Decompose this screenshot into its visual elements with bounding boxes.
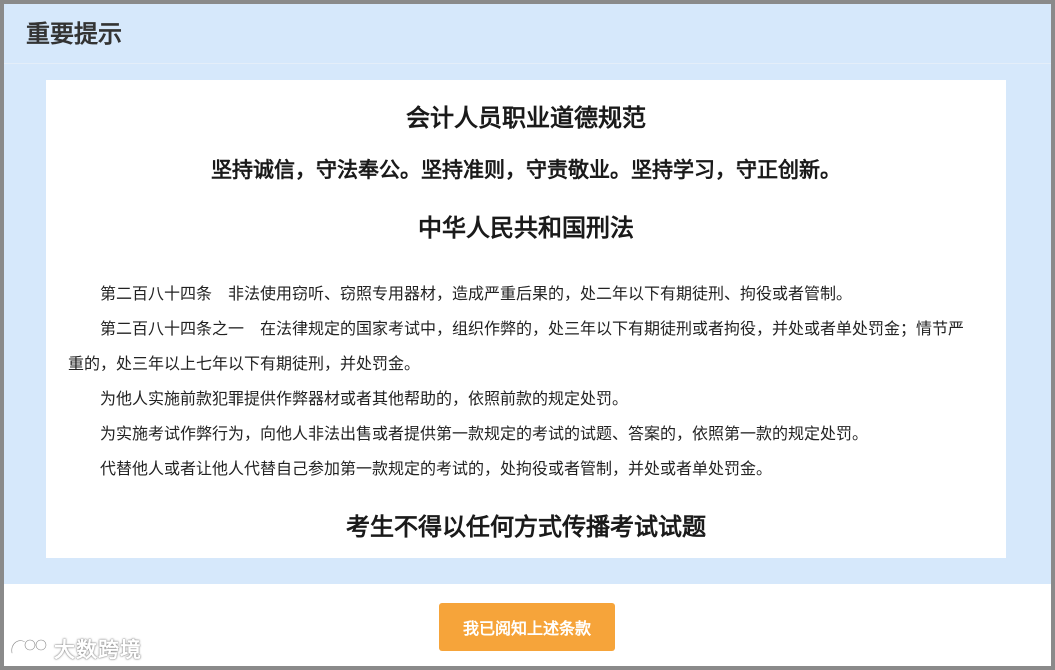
exam-warning: 考生不得以任何方式传播考试试题 (346, 513, 706, 541)
notice-dialog: 重要提示 会计人员职业道德规范 坚持诚信，守法奉公。坚持准则，守责敬业。坚持学习… (4, 4, 1051, 666)
watermark-text: 大数跨境 (54, 638, 142, 662)
content-panel: 会计人员职业道德规范 坚持诚信，守法奉公。坚持准则，守责敬业。坚持学习，守正创新… (46, 80, 1006, 558)
law-paragraph: 为他人实施前款犯罪提供作弊器材或者其他帮助的，依照前款的规定处罚。 (100, 389, 629, 408)
law-articles: 第二百八十四条 非法使用窃听、窃照专用器材，造成严重后果的，处二年以下有期徒刑、… (68, 276, 978, 486)
brand-logo-icon (8, 633, 48, 665)
law-paragraph: 代替他人或者让他人代替自己参加第一款规定的考试的，处拘役或者管制，并处或者单处罚… (100, 459, 773, 478)
criminal-law-heading: 中华人民共和国刑法 (418, 214, 634, 242)
law-paragraph: 为实施考试作弊行为，向他人非法出售或者提供第一款规定的考试的试题、答案的，依照第… (100, 424, 869, 443)
dialog-footer: 我已阅知上述条款 (4, 584, 1051, 666)
agree-button[interactable]: 我已阅知上述条款 (439, 603, 615, 651)
ethics-motto: 坚持诚信，守法奉公。坚持准则，守责敬业。坚持学习，守正创新。 (211, 158, 841, 182)
dialog-title: 重要提示 (26, 20, 122, 48)
dialog-header: 重要提示 (4, 4, 1051, 64)
ethics-code-heading: 会计人员职业道德规范 (406, 104, 646, 132)
law-paragraph: 第二百八十四条 非法使用窃听、窃照专用器材，造成严重后果的，处二年以下有期徒刑、… (100, 284, 853, 303)
law-paragraph: 第二百八十四条之一 在法律规定的国家考试中，组织作弊的，处三年以下有期徒刑或者拘… (68, 319, 965, 373)
watermark: 大数跨境 (8, 634, 142, 664)
